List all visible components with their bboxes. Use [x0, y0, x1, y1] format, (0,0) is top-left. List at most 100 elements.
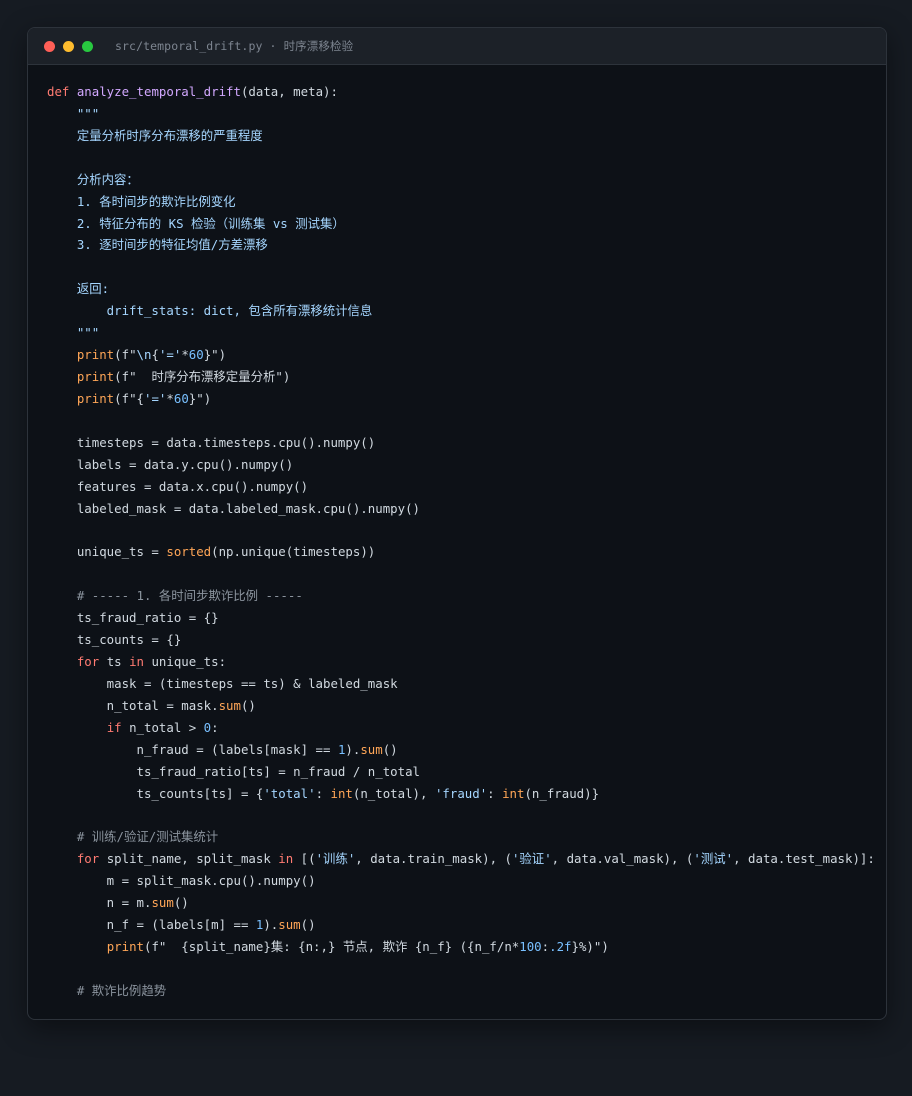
close-button[interactable] — [44, 40, 55, 52]
code-line: 分析内容： — [47, 169, 881, 191]
code-token: [( — [293, 851, 316, 867]
code-token: }%)") — [571, 938, 609, 954]
code-token: (data, meta): — [240, 84, 338, 99]
code-line: for split_name, split_mask in [('训练', da… — [47, 848, 881, 870]
code-token: features = data.x.cpu().numpy() — [47, 478, 309, 494]
code-token: # 训练/验证/测试集统计 — [47, 829, 219, 845]
code-token: '验证' — [511, 851, 552, 867]
code-token: '测试' — [693, 851, 734, 867]
code-line: unique_ts = sorted(np.unique(timesteps)) — [47, 541, 881, 563]
code-line: timesteps = data.timesteps.cpu().numpy() — [47, 432, 881, 454]
code-token: : — [541, 938, 550, 954]
code-token: : — [315, 785, 331, 801]
code-token: : — [487, 785, 503, 801]
code-token: 定量分析时序分布漂移的严重程度 — [47, 127, 263, 143]
code-token: }") — [203, 347, 227, 363]
code-line: if n_total > 0: — [47, 717, 881, 739]
code-token: m = split_mask.cpu().numpy() — [47, 873, 316, 889]
code-token: ts_counts = {} — [47, 632, 182, 648]
title-bar: src/temporal_drift.py · 时序漂移检验 — [28, 28, 886, 65]
code-line: # 训练/验证/测试集统计 — [47, 826, 881, 848]
code-line: ts_counts = {} — [47, 629, 881, 651]
code-token: print — [106, 938, 144, 954]
code-token: (n_fraud)} — [524, 785, 600, 801]
code-token: drift_stats: dict, 包含所有漂移统计信息 — [47, 303, 373, 319]
code-line: n_fraud = (labels[mask] == 1).sum() — [47, 739, 881, 761]
code-token: 'total' — [263, 785, 316, 801]
code-token: n = m. — [47, 895, 152, 911]
code-token: ). — [263, 917, 279, 933]
window-title: src/temporal_drift.py · 时序漂移检验 — [115, 39, 354, 53]
code-token: () — [173, 895, 189, 911]
code-token: ts_fraud_ratio[ts] = n_fraud / n_total — [47, 763, 420, 779]
code-token: sorted — [166, 544, 212, 560]
code-token: n_f = (labels[m] == — [47, 917, 256, 933]
code-token: n_fraud = (labels[mask] == — [47, 741, 338, 757]
code-line: for ts in unique_ts: — [47, 651, 881, 673]
code-line: 1. 各时间步的欺诈比例变化 — [47, 191, 881, 213]
code-token: (f" 时序分布漂移定量分析") — [114, 368, 291, 384]
code-token: 返回: — [47, 281, 110, 297]
code-token: # ----- 1. 各时间步欺诈比例 ----- — [47, 588, 303, 604]
code-line: print(f"\n{'='*60}") — [47, 344, 881, 366]
code-token: int — [330, 785, 353, 801]
code-line: # ----- 1. 各时间步欺诈比例 ----- — [47, 585, 881, 607]
minimize-button[interactable] — [63, 40, 74, 52]
code-token: split_name, split_mask — [99, 851, 279, 867]
code-token: """ — [47, 325, 100, 341]
code-token: n_total > — [121, 719, 204, 735]
code-token: sum — [360, 741, 383, 757]
code-line: mask = (timesteps == ts) & labeled_mask — [47, 673, 881, 695]
code-editor[interactable]: def analyze_temporal_drift(data, meta): … — [47, 81, 881, 1002]
code-token: unique_ts = — [47, 544, 167, 560]
code-token: \n — [136, 347, 152, 363]
code-token: { — [151, 347, 159, 363]
code-token: () — [300, 917, 316, 933]
code-line: # 欺诈比例趋势 — [47, 980, 881, 1002]
code-window: src/temporal_drift.py · 时序漂移检验 def analy… — [27, 27, 887, 1020]
code-token: (f"{ — [114, 390, 144, 406]
code-token: in — [278, 851, 294, 867]
code-token: sum — [151, 895, 174, 911]
code-line: features = data.x.cpu().numpy() — [47, 476, 881, 498]
code-line: 返回: — [47, 278, 881, 300]
code-line: ts_fraud_ratio = {} — [47, 607, 881, 629]
code-token: * — [181, 347, 189, 363]
code-token: n_total = mask. — [47, 697, 219, 713]
code-token: () — [382, 741, 398, 757]
code-token: () — [240, 697, 256, 713]
code-token: print — [76, 347, 115, 363]
code-token: 分析内容： — [47, 171, 139, 187]
code-token: sum — [278, 917, 301, 933]
code-line: 定量分析时序分布漂移的严重程度 — [47, 125, 881, 147]
code-token: labels = data.y.cpu().numpy() — [47, 456, 294, 472]
code-token: ts_fraud_ratio = {} — [47, 610, 219, 626]
code-line: ts_counts[ts] = {'total': int(n_total), … — [47, 783, 881, 805]
maximize-button[interactable] — [82, 40, 93, 52]
code-token: * — [166, 390, 174, 406]
code-token: ts — [99, 653, 130, 669]
code-line: labeled_mask = data.labeled_mask.cpu().n… — [47, 498, 881, 520]
code-line: 3. 逐时间步的特征均值/方差漂移 — [47, 234, 881, 256]
code-token: .2f — [549, 938, 572, 954]
code-line: labels = data.y.cpu().numpy() — [47, 454, 881, 476]
code-token: ts_counts[ts] = { — [47, 785, 264, 801]
code-line: ts_fraud_ratio[ts] = n_fraud / n_total — [47, 761, 881, 783]
code-token: 60 — [188, 347, 204, 363]
code-token: 'fraud' — [434, 785, 488, 801]
code-token: def — [47, 84, 77, 99]
code-line: drift_stats: dict, 包含所有漂移统计信息 — [47, 300, 881, 322]
code-line: n_total = mask.sum() — [47, 695, 881, 717]
code-token: : — [211, 719, 219, 735]
code-token: sum — [218, 697, 241, 713]
code-token: , data.test_mask)]: — [733, 851, 875, 867]
code-token: 3. 逐时间步的特征均值/方差漂移 — [47, 237, 268, 253]
